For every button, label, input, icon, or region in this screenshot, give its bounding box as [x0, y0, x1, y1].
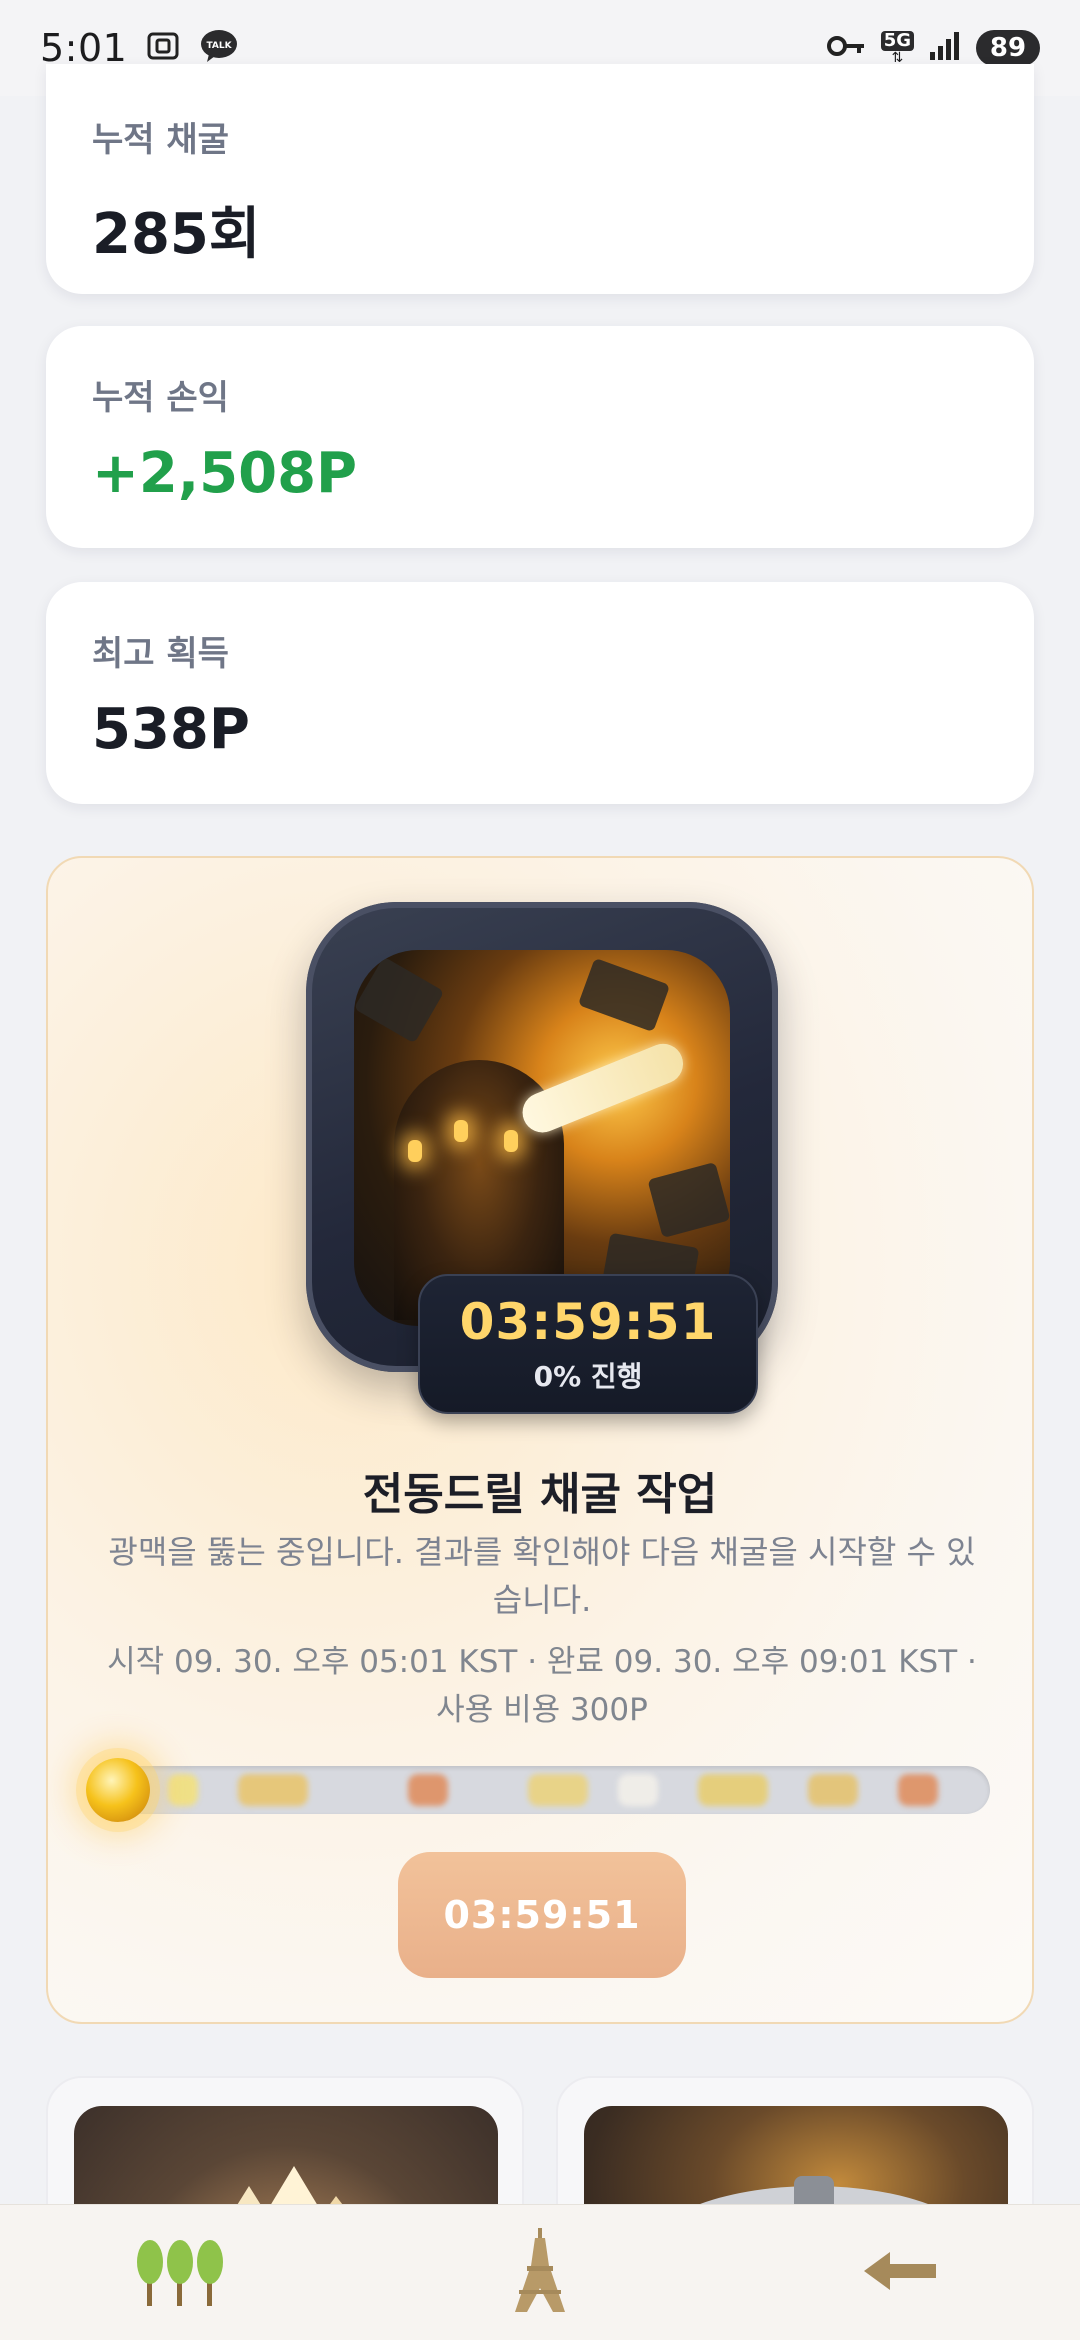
task-meta: 시작 09. 30. 오후 05:01 KST · 완료 09. 30. 오후 …	[107, 1644, 977, 1728]
talk-icon: TALK	[199, 28, 239, 68]
tower-icon	[509, 2226, 571, 2320]
stat-value: 285회	[92, 202, 261, 267]
mining-panel: 03:59:51 0% 진행 전동드릴 채굴 작업 광맥을 뚫는 중입니다. 결…	[46, 856, 1034, 2024]
screenshot-icon	[145, 28, 181, 68]
stat-card-total-profit: 누적 손익 +2,508P	[46, 326, 1034, 548]
stat-value: +2,508P	[92, 441, 358, 506]
stat-card-best-gain: 최고 획득 538P	[46, 582, 1034, 804]
nav-back[interactable]	[820, 2218, 980, 2328]
signal-icon	[928, 30, 962, 66]
stat-label: 누적 채굴	[92, 120, 229, 160]
nav-trees[interactable]	[100, 2218, 260, 2328]
network-5g-icon: 5G ⇅	[880, 31, 914, 65]
stat-label: 최고 획득	[92, 634, 229, 674]
battery-indicator: 89	[976, 30, 1040, 66]
stat-label: 누적 손익	[92, 378, 229, 418]
progress-text: 0% 진행	[533, 1360, 643, 1393]
stat-card-total-mining: 누적 채굴 285회	[46, 64, 1034, 294]
network-label: 5G	[880, 31, 914, 51]
mining-timer-button[interactable]: 03:59:51	[398, 1852, 686, 1978]
task-title: 전동드릴 채굴 작업	[362, 1469, 718, 1520]
stat-value: 538P	[92, 697, 250, 762]
mine-scene-image	[354, 950, 730, 1326]
progress-knob	[86, 1758, 150, 1822]
back-arrow-icon	[862, 2248, 938, 2298]
nav-tower[interactable]	[460, 2218, 620, 2328]
key-icon	[826, 32, 867, 64]
timer-text: 03:59:51	[459, 1293, 717, 1351]
svg-text:TALK: TALK	[207, 41, 233, 51]
trees-icon	[135, 2234, 225, 2312]
progress-bar	[108, 1766, 990, 1814]
task-description: 광맥을 뚫는 중입니다. 결과를 확인해야 다음 채굴을 시작할 수 있습니다.	[108, 1533, 976, 1619]
bottom-navigation	[0, 2204, 1080, 2340]
timer-display: 03:59:51 0% 진행	[418, 1274, 758, 1414]
